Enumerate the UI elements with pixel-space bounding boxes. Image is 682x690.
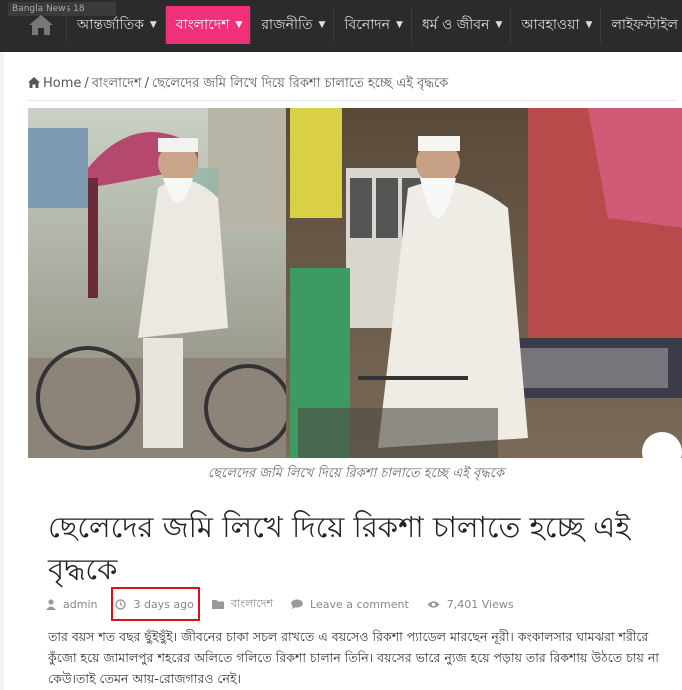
image-caption: ছেলেদের জমি লিখে দিয়ে রিকশা চালাতে হচ্ছ… xyxy=(207,466,505,481)
folder-icon xyxy=(211,600,224,609)
nav-item-international[interactable]: আন্তর্জাতিক ▼ xyxy=(66,6,165,44)
chevron-down-icon: ▼ xyxy=(396,20,403,30)
breadcrumb-separator: / xyxy=(84,76,89,91)
nav-label: আন্তর্জাতিক xyxy=(77,17,144,33)
comment-icon xyxy=(291,599,303,609)
nav-item-entertainment[interactable]: বিনোদন ▼ xyxy=(333,6,410,44)
nav-label: ধর্ম ও জীবন xyxy=(421,17,490,33)
chevron-down-icon: ▼ xyxy=(149,20,157,30)
home-button[interactable] xyxy=(24,10,58,40)
chevron-down-icon: ▼ xyxy=(585,20,593,30)
rickshaw-puller-photo xyxy=(28,108,682,458)
breadcrumb-home-link[interactable]: Home xyxy=(43,76,81,91)
breadcrumb-category-link[interactable]: বাংলাদেশ xyxy=(92,76,142,91)
eye-icon xyxy=(427,600,440,608)
article-body: তার বয়স শত বছর ছুঁইছুঁই। জীবনের চাকা সচ… xyxy=(48,629,659,686)
chevron-down-icon: ▼ xyxy=(235,20,243,30)
breadcrumb-current: ছেলেদের জমি লিখে দিয়ে রিকশা চালাতে হচ্ছ… xyxy=(151,76,449,91)
top-navbar: Bangla News 18 আন্তর্জাতিক ▼ বাংলাদেশ ▼ রা… xyxy=(0,0,682,52)
user-icon xyxy=(46,598,56,610)
chevron-down-icon: ▼ xyxy=(495,20,503,30)
nav-label: বাংলাদেশ xyxy=(175,17,230,33)
article-title: ছেলেদের জমি লিখে দিয়ে রিকশা চালাতে হচ্ছ… xyxy=(48,510,631,586)
nav-item-religion[interactable]: ধর্ম ও জীবন ▼ xyxy=(410,6,510,44)
nav-item-politics[interactable]: রাজনীতি ▼ xyxy=(250,6,333,44)
nav-label: বিনোদন xyxy=(344,17,391,33)
article-featured-image xyxy=(28,108,682,458)
chevron-down-icon: ▼ xyxy=(318,20,326,30)
nav-item-weather[interactable]: আবহাওয়া ▼ xyxy=(510,6,600,44)
category-link[interactable]: বাংলাদেশ xyxy=(231,595,273,614)
home-icon xyxy=(28,77,40,88)
meta-author: admin xyxy=(46,598,97,611)
highlight-box xyxy=(111,587,200,621)
meta-comments: Leave a comment xyxy=(291,598,409,611)
nav-label: আবহাওয়া xyxy=(521,17,580,33)
main-nav: আন্তর্জাতিক ▼ বাংলাদেশ ▼ রাজনীতি ▼ বিনোদন ▼ … xyxy=(66,6,682,44)
comment-link[interactable]: Leave a comment xyxy=(310,598,409,611)
content-area: Home / বাংলাদেশ / ছেলেদের জমি লিখে দিয়ে রিক… xyxy=(4,52,682,690)
meta-views: 7,401 Views xyxy=(427,598,514,611)
home-icon xyxy=(29,15,53,35)
nav-label: রাজনীতি xyxy=(261,17,313,33)
meta-category: বাংলাদেশ xyxy=(211,595,273,614)
breadcrumb-separator: / xyxy=(144,76,149,91)
nav-label: লাইফস্টাইল xyxy=(611,17,678,33)
views-count: 7,401 Views xyxy=(446,597,514,611)
divider xyxy=(28,100,676,101)
nav-item-bangladesh[interactable]: বাংলাদেশ ▼ xyxy=(164,6,251,44)
nav-item-lifestyle[interactable]: লাইফস্টাইল▼ xyxy=(600,6,682,44)
author-link[interactable]: admin xyxy=(63,598,97,611)
breadcrumb: Home / বাংলাদেশ / ছেলেদের জমি লিখে দিয়ে রিক… xyxy=(28,74,448,95)
